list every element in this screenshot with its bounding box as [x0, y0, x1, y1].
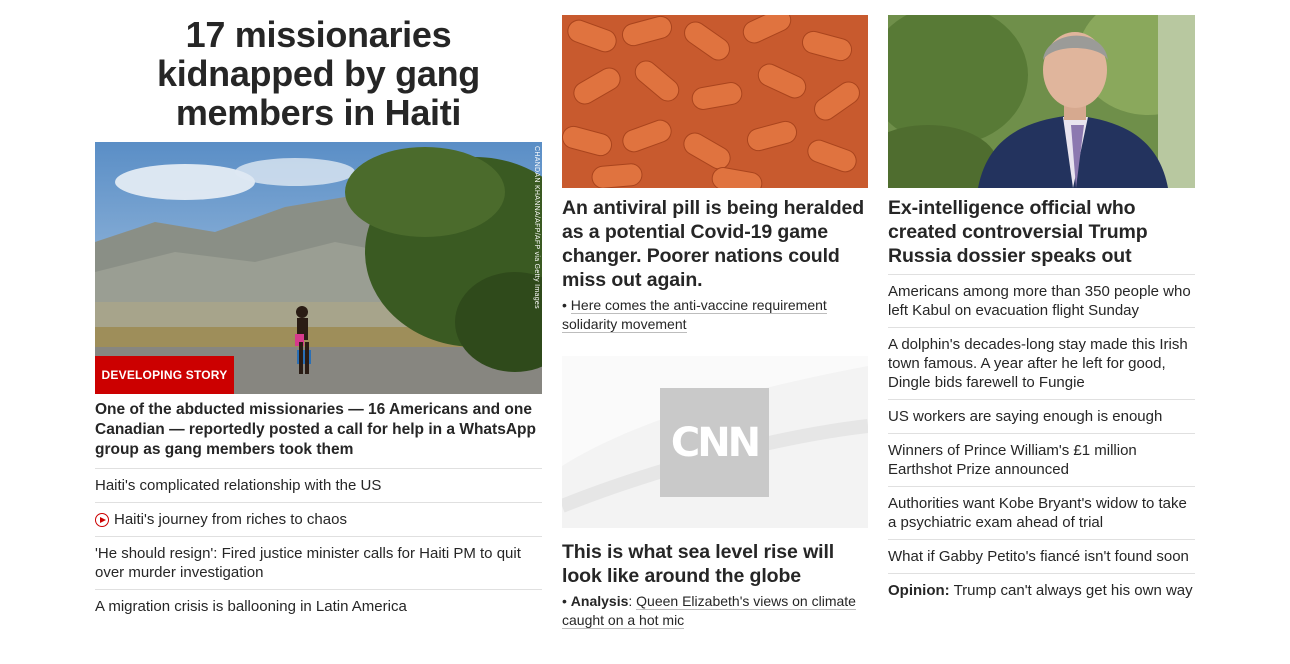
list-item[interactable]: A dolphin's decades-long stay made this … [888, 327, 1195, 399]
antiviral-pill-headline[interactable]: An antiviral pill is being heralded as a… [562, 196, 868, 292]
list-item[interactable]: What if Gabby Petito's fiancé isn't foun… [888, 539, 1195, 573]
list-item[interactable]: A migration crisis is ballooning in Lati… [95, 589, 542, 623]
pills-photo [562, 15, 868, 188]
lead-headline[interactable]: 17 missionaries kidnapped by gang member… [95, 15, 542, 132]
list-item[interactable]: Winners of Prince William's £1 million E… [888, 433, 1195, 486]
portrait-photo [888, 15, 1195, 188]
more-top-stories-list: Americans among more than 350 people who… [888, 274, 1195, 607]
official-image[interactable] [888, 15, 1195, 188]
cnn-placeholder-image[interactable]: CNN [562, 356, 868, 528]
list-item[interactable]: Authorities want Kobe Bryant's widow to … [888, 486, 1195, 539]
sea-level-headline[interactable]: This is what sea level rise will look li… [562, 540, 868, 588]
play-video-icon [95, 513, 109, 527]
list-item[interactable]: Haiti's journey from riches to chaos [95, 502, 542, 536]
developing-story-badge: DEVELOPING STORY [95, 356, 234, 394]
list-item[interactable]: Haiti's complicated relationship with th… [95, 468, 542, 502]
lead-story-column: 17 missionaries kidnapped by gang member… [95, 0, 542, 615]
anti-vaccine-link[interactable]: • Here comes the anti-vaccine requiremen… [562, 296, 852, 334]
list-item[interactable]: US workers are saying enough is enough [888, 399, 1195, 433]
list-item[interactable]: Opinion: Trump can't always get his own … [888, 573, 1195, 607]
list-item[interactable]: Americans among more than 350 people who… [888, 274, 1195, 327]
list-item[interactable]: 'He should resign': Fired justice minist… [95, 536, 542, 589]
related-links-list: Haiti's complicated relationship with th… [95, 468, 542, 623]
analysis-link[interactable]: • Analysis: Queen Elizabeth's views on c… [562, 592, 868, 630]
opinion-label: Opinion: [888, 582, 950, 599]
pills-image[interactable] [562, 15, 868, 188]
cnn-logo: CNN [660, 388, 769, 497]
photo-credit: CHANDAN KHANNA/AFP/AFP via Getty Images [533, 146, 540, 309]
lead-story-image[interactable]: CHANDAN KHANNA/AFP/AFP via Getty Images … [95, 142, 542, 394]
lead-story-summary[interactable]: One of the abducted missionaries — 16 Am… [95, 400, 542, 460]
dossier-headline[interactable]: Ex-intelligence official who created con… [888, 196, 1188, 268]
